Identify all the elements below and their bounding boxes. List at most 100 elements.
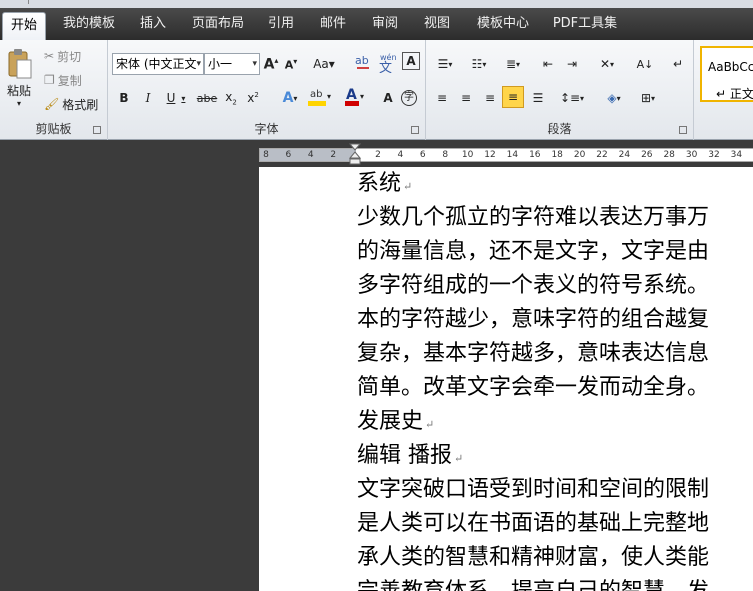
- font-name-combo[interactable]: 宋体 (中文正文 ▾: [112, 53, 204, 75]
- document-line-text: 是人类可以在书面语的基础上完整地: [357, 511, 710, 536]
- clipboard-dialog-launcher[interactable]: [93, 126, 101, 134]
- font-color-icon: A: [344, 87, 359, 106]
- ruler-tick: 16: [529, 150, 541, 160]
- shading-button[interactable]: ◈ ▾: [600, 88, 628, 108]
- underline-icon: U: [166, 91, 176, 105]
- phonetic-guide-icon: wén 文: [379, 52, 397, 73]
- char-shading-button[interactable]: A: [380, 88, 396, 108]
- tab-template-center[interactable]: 模板中心: [470, 8, 536, 40]
- tab-pdf-tools[interactable]: PDF工具集: [548, 8, 622, 40]
- highlight-button[interactable]: ab ▾: [306, 86, 332, 106]
- character-border-button[interactable]: A: [402, 52, 420, 70]
- font-group: 宋体 (中文正文 ▾ 小一 ▾ A▴ A▾ Aa▾ ab wén 文 A B I…: [108, 40, 426, 140]
- ribbon-tab-bar: 开始 我的模板 插入 页面布局 引用 邮件 审阅 视图 模板中心 PDF工具集: [0, 8, 753, 42]
- cut-button[interactable]: ✂ 剪切: [44, 46, 81, 66]
- numbering-icon: ☷: [471, 57, 483, 71]
- document-line: 承人类的智慧和精神财富，使人类能: [357, 541, 753, 575]
- scissors-icon: ✂: [44, 49, 55, 63]
- style-normal[interactable]: AaBbCcD ↵ 正文: [700, 46, 753, 102]
- chevron-down-icon: ▾: [252, 59, 257, 69]
- multilevel-list-icon: ≣: [505, 57, 517, 71]
- ruler-tick: 28: [663, 150, 675, 160]
- document-body[interactable]: 系统 ↵ 少数几个孤立的字符难以表达万事万 的海量信息，还不是文字，文字是由 多字符组成…: [357, 167, 753, 591]
- chinese-layout-icon: ✕: [599, 57, 611, 71]
- document-line: 文字突破口语受到时间和空间的限制: [357, 473, 753, 507]
- underline-button[interactable]: U ▾: [164, 88, 188, 108]
- font-group-label: 字体: [254, 122, 279, 136]
- decrease-indent-button[interactable]: ⇤: [538, 54, 558, 74]
- justify-button[interactable]: ≡: [502, 86, 524, 108]
- tab-references[interactable]: 引用: [262, 8, 300, 40]
- italic-button[interactable]: I: [140, 88, 156, 108]
- grow-font-button[interactable]: A▴: [262, 54, 280, 74]
- font-name-value: 宋体 (中文正文: [116, 57, 197, 71]
- superscript-button[interactable]: x2: [244, 88, 262, 108]
- paste-button[interactable]: 粘贴 ▾: [4, 44, 34, 112]
- tab-mailings[interactable]: 邮件: [314, 8, 352, 40]
- clear-format-button[interactable]: ab: [352, 52, 374, 72]
- align-left-button[interactable]: ≡: [432, 88, 452, 108]
- document-line-text: 复杂，基本字符越多，意味表达信息: [357, 341, 710, 366]
- borders-icon: ⊞: [640, 91, 652, 105]
- bullets-button[interactable]: ☰ ▾: [432, 54, 458, 74]
- tab-page-layout[interactable]: 页面布局: [184, 8, 252, 40]
- paragraph-group: ☰ ▾ ☷ ▾ ≣ ▾ ⇤ ⇥ ✕ ▾ A↓ ↵ ≡ ≡ ≡ ≡ ☰ ↕≡ ▾ ◈ ▾ ⊞ ▾…: [426, 40, 694, 140]
- bullets-icon: ☰: [437, 57, 449, 71]
- document-line: 是人类可以在书面语的基础上完整地: [357, 507, 753, 541]
- multilevel-list-button[interactable]: ≣ ▾: [500, 54, 526, 74]
- shrink-font-button[interactable]: A▾: [282, 54, 300, 74]
- tab-my-templates[interactable]: 我的模板: [56, 8, 122, 40]
- format-painter-button[interactable]: 🖌 格式刷: [44, 94, 98, 114]
- ruler-tick: 4: [397, 150, 404, 160]
- line-spacing-button[interactable]: ↕≡ ▾: [558, 88, 586, 108]
- text-effects-button[interactable]: A ▾: [278, 88, 302, 108]
- document-line-text: 多字符组成的一个表义的符号系统。: [357, 273, 710, 298]
- subscript-button[interactable]: x2: [222, 88, 240, 108]
- document-line-text: 简单。改革文字会牵一发而动全身。: [357, 375, 710, 400]
- document-line-text: 发展史: [357, 409, 424, 434]
- ruler-tick: 6: [419, 150, 426, 160]
- document-line: 编辑 播报 ↵: [357, 439, 753, 473]
- borders-button[interactable]: ⊞ ▾: [634, 88, 662, 108]
- paint-bucket-icon: ◈: [607, 91, 617, 105]
- font-dialog-launcher[interactable]: [411, 126, 419, 134]
- copy-button[interactable]: ❐ 复制: [44, 70, 82, 90]
- indent-marker-icon[interactable]: [349, 143, 361, 165]
- document-line-text: 少数几个孤立的字符难以表达万事万: [357, 205, 710, 230]
- horizontal-ruler[interactable]: 8 6 4 2 2 4 6 8 10 12 14 16 18 20 22 24 26 28 30 32 34: [259, 148, 753, 162]
- bold-button[interactable]: B: [116, 88, 132, 108]
- tab-insert[interactable]: 插入: [132, 8, 174, 40]
- document-line-text: 系统: [357, 171, 402, 196]
- paste-icon: [8, 49, 32, 79]
- sort-button[interactable]: A↓: [634, 54, 656, 74]
- align-right-button[interactable]: ≡: [480, 88, 500, 108]
- font-color-button[interactable]: A ▾: [342, 86, 366, 106]
- highlighter-icon: ab: [307, 89, 326, 106]
- style-normal-label: ↵ 正文: [716, 87, 753, 101]
- change-case-button[interactable]: Aa▾: [312, 54, 336, 74]
- shrink-font-icon: A▾: [284, 56, 298, 72]
- strikethrough-button[interactable]: abe: [196, 88, 218, 108]
- chinese-layout-button[interactable]: ✕ ▾: [592, 54, 622, 74]
- numbering-button[interactable]: ☷ ▾: [466, 54, 492, 74]
- document-line-text: 承人类的智慧和精神财富，使人类能: [357, 545, 710, 570]
- paste-dropdown-icon[interactable]: ▾: [17, 99, 21, 108]
- tab-home[interactable]: 开始: [2, 12, 46, 42]
- show-marks-button[interactable]: ↵: [668, 54, 688, 74]
- align-left-icon: ≡: [436, 91, 448, 105]
- align-center-button[interactable]: ≡: [456, 88, 476, 108]
- ruler-tick: 30: [685, 150, 698, 160]
- increase-indent-button[interactable]: ⇥: [562, 54, 582, 74]
- font-size-combo[interactable]: 小一 ▾: [204, 53, 260, 75]
- distributed-button[interactable]: ☰: [528, 88, 548, 108]
- style-preview-text: AaBbCcD: [708, 60, 753, 74]
- tab-review[interactable]: 审阅: [366, 8, 404, 40]
- phonetic-guide-button[interactable]: wén 文: [376, 52, 398, 73]
- ruler-tick: 2: [375, 150, 381, 160]
- tab-view[interactable]: 视图: [418, 8, 456, 40]
- ruler-tick: 8: [442, 150, 449, 160]
- strikethrough-icon: abe: [196, 91, 218, 105]
- paragraph-dialog-launcher[interactable]: [679, 126, 687, 134]
- enclose-characters-button[interactable]: 字: [400, 88, 418, 108]
- char-shading-icon: A: [383, 91, 393, 105]
